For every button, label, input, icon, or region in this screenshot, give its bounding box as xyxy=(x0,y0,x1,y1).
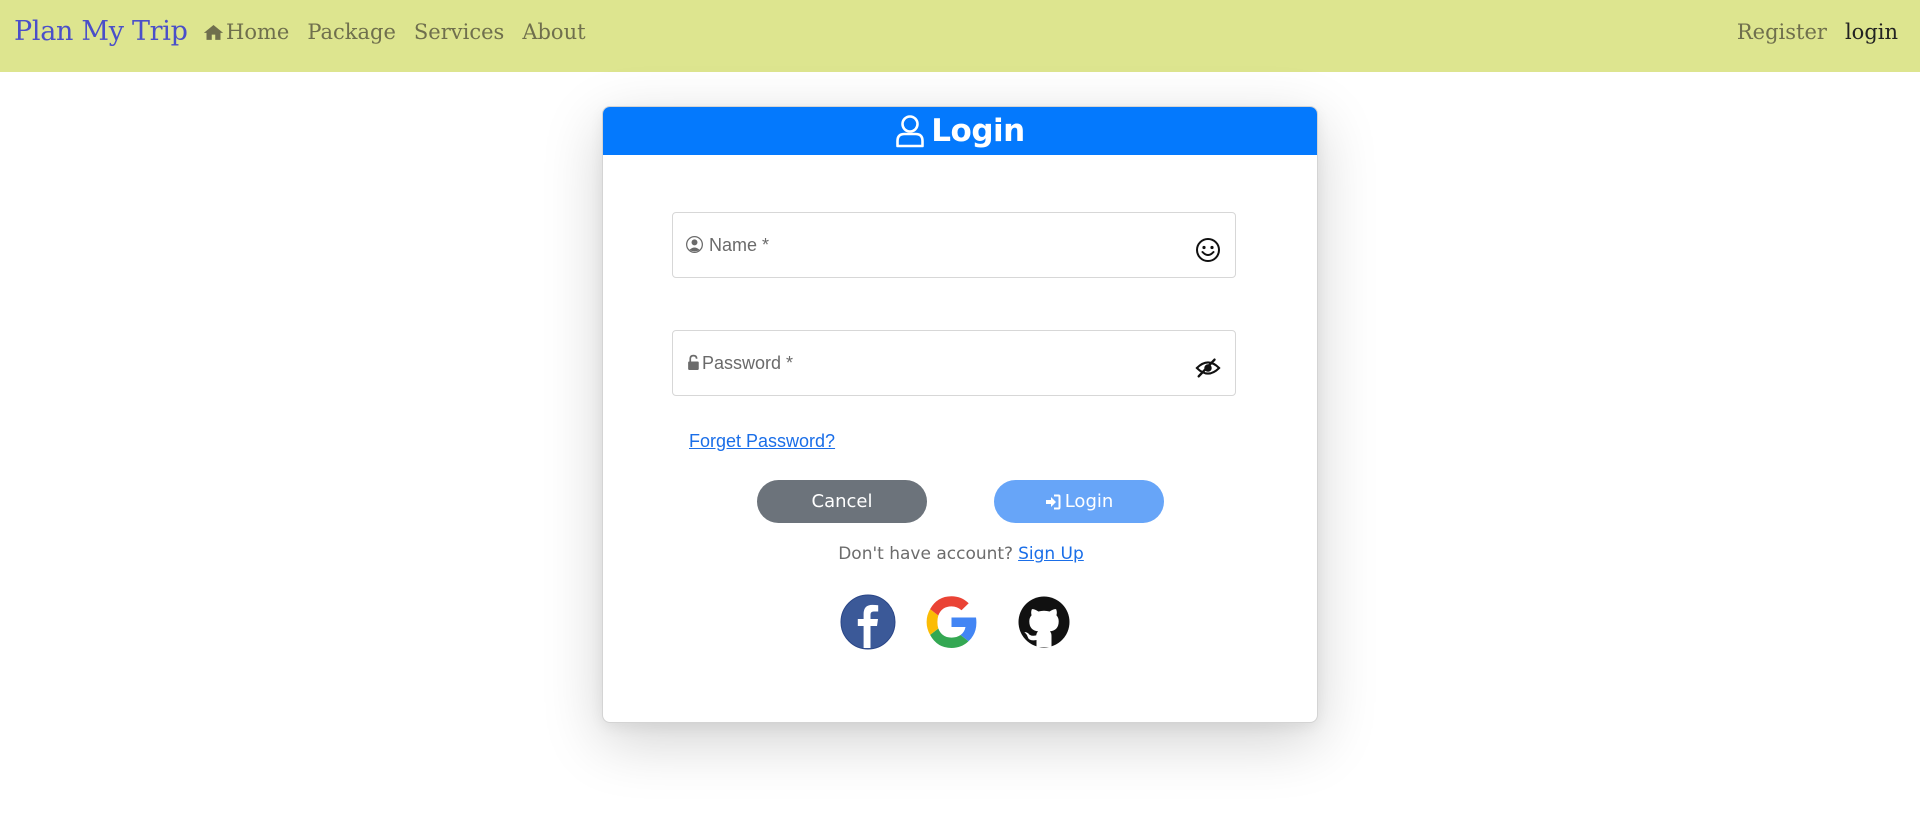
navbar: Plan My Trip Home Package Services About… xyxy=(0,0,1920,72)
login-title: Login xyxy=(931,113,1025,149)
facebook-icon[interactable] xyxy=(840,594,896,650)
nav-item-home-label: Home xyxy=(226,20,290,44)
signup-link[interactable]: Sign Up xyxy=(1018,544,1084,564)
name-input[interactable] xyxy=(709,227,1179,263)
user-icon xyxy=(896,115,925,148)
nav-item-about[interactable]: About xyxy=(522,18,585,46)
login-card-header: Login xyxy=(603,107,1317,155)
register-link[interactable]: Register xyxy=(1737,18,1827,46)
nav-right: Register login xyxy=(1737,18,1898,46)
nav-item-home[interactable]: Home xyxy=(203,18,289,46)
login-link[interactable]: login xyxy=(1845,18,1898,46)
google-icon[interactable] xyxy=(923,594,979,650)
sign-in-icon xyxy=(1045,494,1061,509)
cancel-button[interactable]: Cancel xyxy=(757,480,927,523)
name-field xyxy=(672,212,1236,278)
unlock-icon xyxy=(688,354,699,370)
github-icon[interactable] xyxy=(1016,594,1072,650)
forget-password-link[interactable]: Forget Password? xyxy=(689,429,835,453)
nav-links: Home Package Services About xyxy=(203,18,604,46)
password-input[interactable] xyxy=(702,345,1172,381)
user-circle-icon xyxy=(686,236,703,253)
brand-logo[interactable]: Plan My Trip xyxy=(14,14,188,50)
eye-slash-icon[interactable] xyxy=(1195,355,1221,381)
login-button-label: Login xyxy=(1064,491,1114,512)
smiley-icon[interactable] xyxy=(1195,237,1221,263)
nav-item-package[interactable]: Package xyxy=(307,18,396,46)
home-icon xyxy=(203,25,224,40)
login-button[interactable]: Login xyxy=(994,480,1164,523)
signup-prompt: Don't have account? xyxy=(838,544,1014,564)
password-field xyxy=(672,330,1236,396)
signup-row: Don't have account? Sign Up xyxy=(603,542,1317,566)
nav-item-services[interactable]: Services xyxy=(414,18,504,46)
login-card: Login Forget Password? Cancel xyxy=(602,106,1318,723)
